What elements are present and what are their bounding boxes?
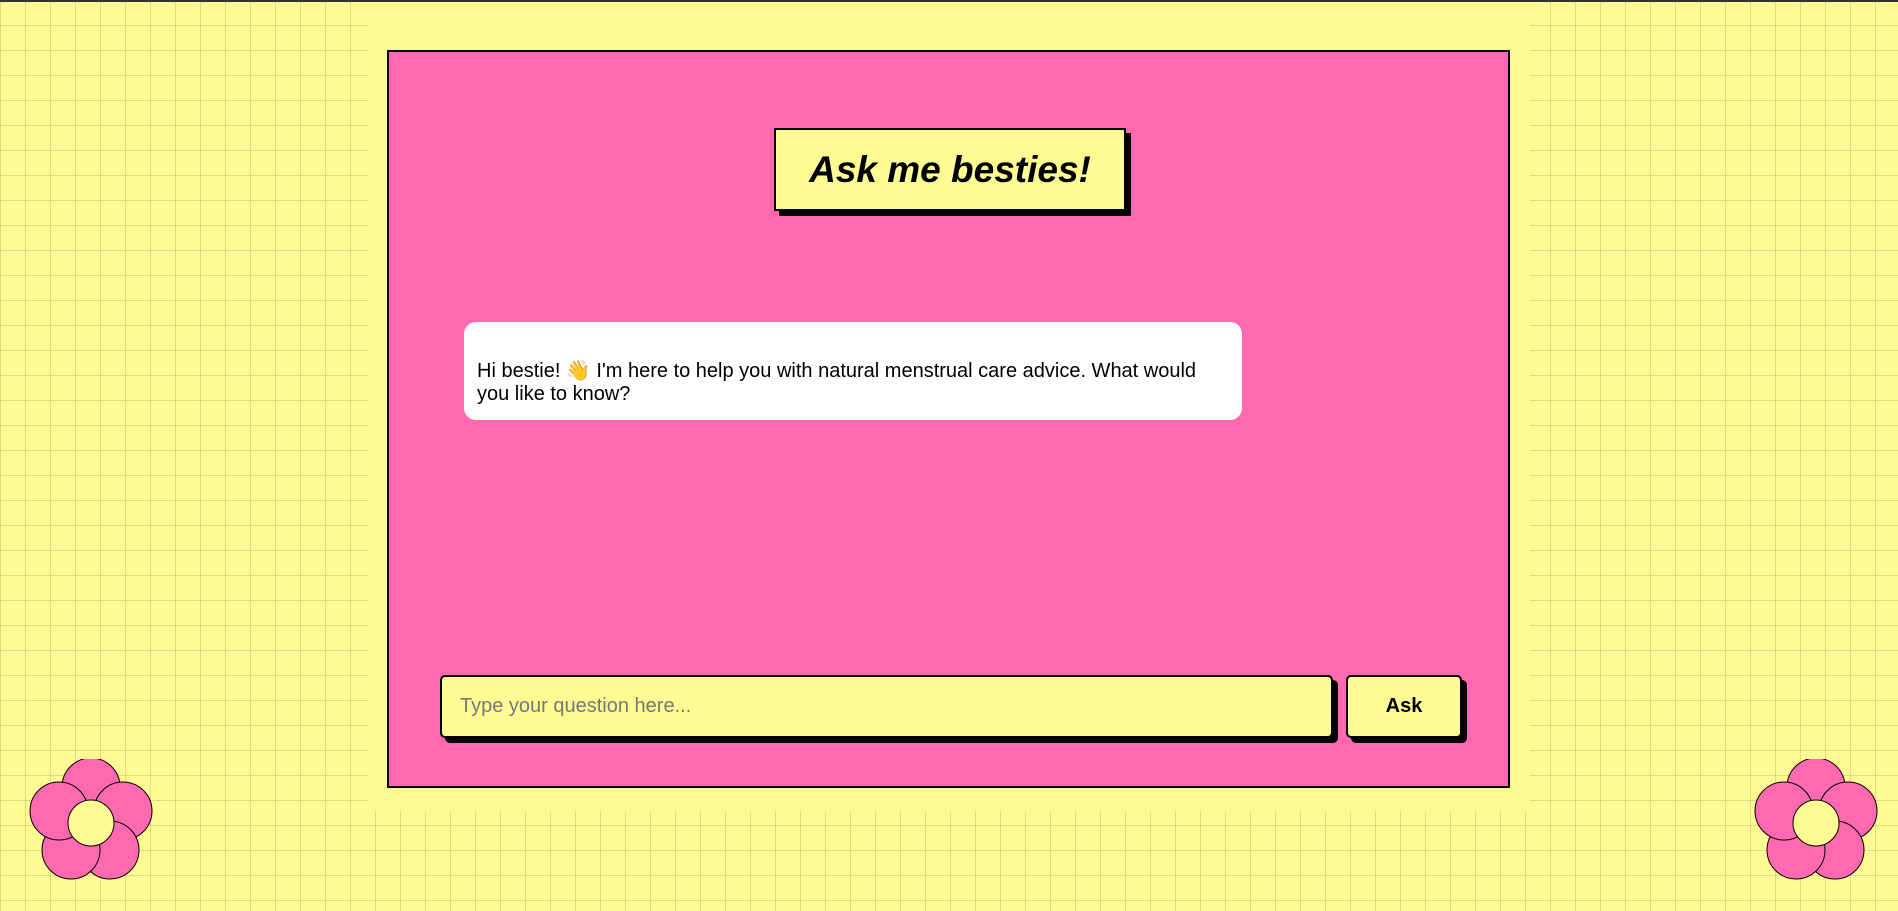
page-title: Ask me besties! [809, 148, 1091, 190]
flower-icon [29, 759, 153, 880]
bot-message-bubble: Hi bestie! 👋 I'm here to help you with n… [464, 322, 1242, 420]
chat-container: Ask me besties! Hi bestie! 👋 I'm here to… [387, 50, 1510, 788]
question-input[interactable] [440, 675, 1333, 738]
flower-icon [1754, 759, 1878, 880]
title-box: Ask me besties! [774, 128, 1126, 211]
ask-button[interactable]: Ask [1346, 675, 1462, 738]
